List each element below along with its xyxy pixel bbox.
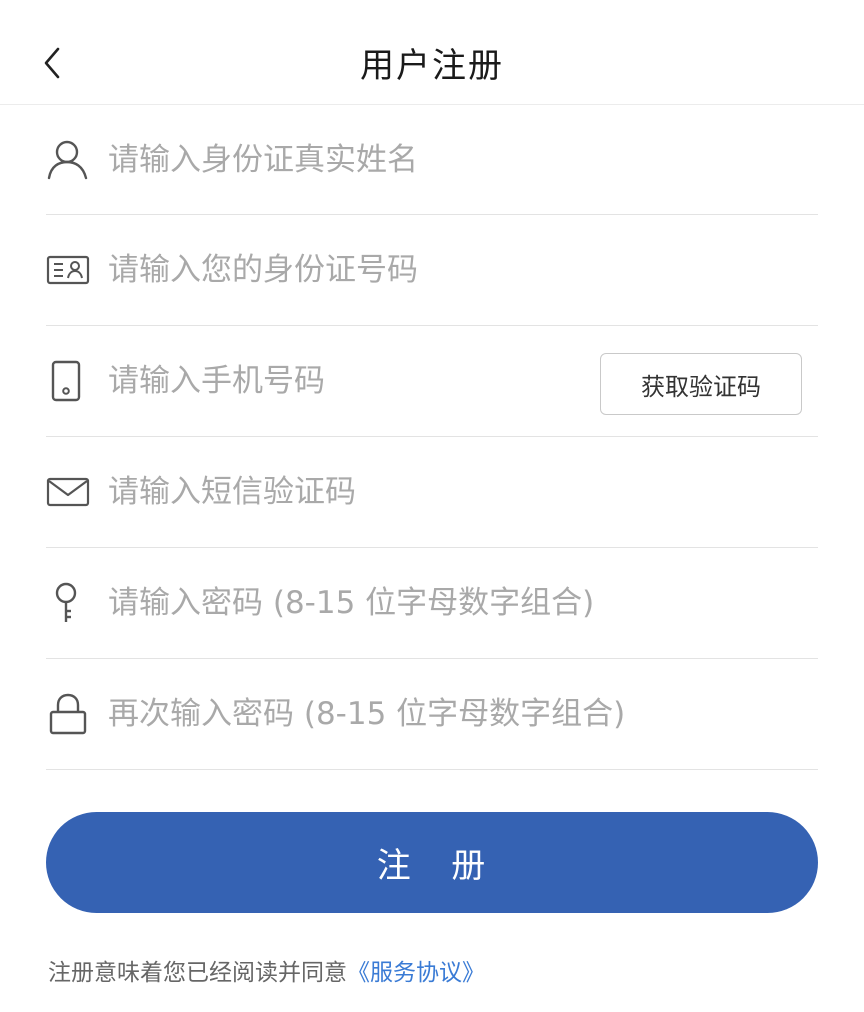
key-icon bbox=[46, 580, 92, 626]
sms-code-field-row bbox=[46, 437, 818, 548]
lock-icon bbox=[46, 691, 92, 737]
agreement-text: 注册意味着您已经阅读并同意 bbox=[48, 960, 347, 986]
register-button[interactable]: 注 册 bbox=[46, 812, 818, 913]
service-agreement-link[interactable]: 《服务协议》 bbox=[347, 960, 485, 986]
sms-code-input[interactable] bbox=[108, 462, 818, 522]
agreement-notice: 注册意味着您已经阅读并同意《服务协议》 bbox=[48, 953, 485, 987]
id-card-icon bbox=[46, 247, 92, 293]
id-number-field-row bbox=[46, 215, 818, 326]
name-field-row bbox=[46, 105, 818, 215]
page-title: 用户注册 bbox=[360, 46, 504, 86]
id-number-input[interactable] bbox=[108, 240, 818, 300]
real-name-input[interactable] bbox=[108, 129, 818, 190]
register-button-label: 注 册 bbox=[376, 846, 488, 886]
get-code-button[interactable]: 获取验证码 bbox=[600, 353, 802, 415]
phone-field-row: 获取验证码 bbox=[46, 326, 818, 437]
registration-form: 获取验证码 bbox=[46, 105, 818, 770]
password-input[interactable] bbox=[108, 573, 818, 633]
confirm-password-input[interactable] bbox=[108, 684, 818, 744]
phone-icon bbox=[46, 358, 92, 404]
password-field-row bbox=[46, 548, 818, 659]
envelope-icon bbox=[46, 469, 92, 515]
confirm-password-field-row bbox=[46, 659, 818, 770]
person-icon bbox=[46, 137, 92, 183]
header-bar: 用户注册 bbox=[0, 0, 864, 105]
